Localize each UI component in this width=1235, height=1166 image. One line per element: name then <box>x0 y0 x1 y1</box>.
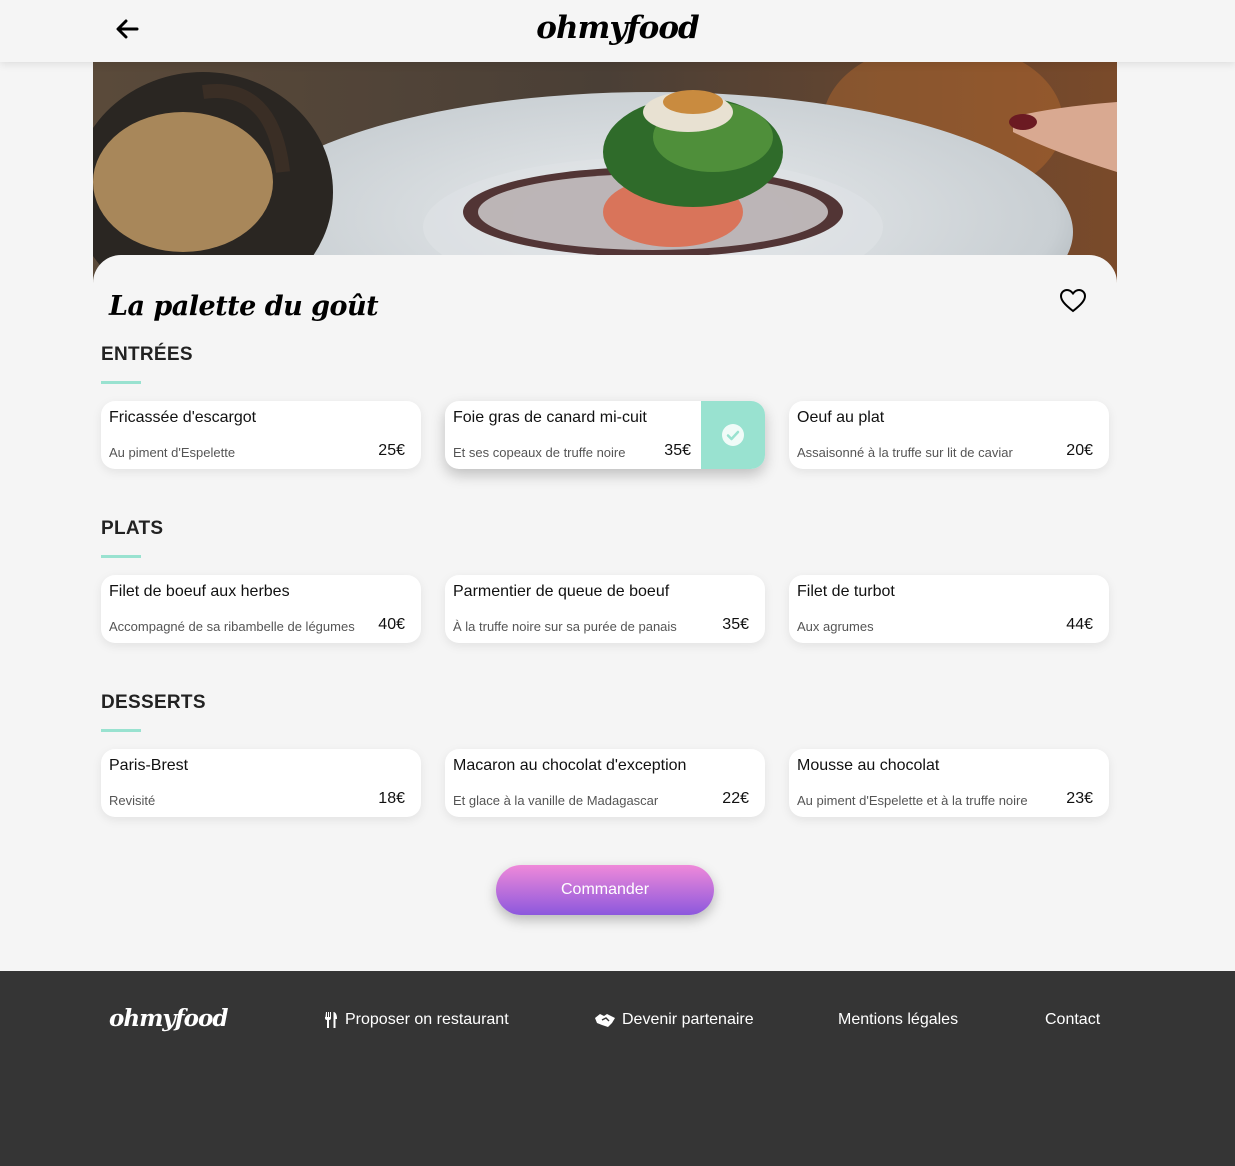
footer-logo[interactable]: ohmyfood <box>109 1005 228 1032</box>
menu-item-price: 25€ <box>378 442 405 459</box>
menu-item-name: Macaron au chocolat d'exception <box>453 757 687 774</box>
menu-item-card-selected[interactable]: Foie gras de canard mi-cuit Et ses copea… <box>445 401 765 469</box>
menu-item-description: À la truffe noire sur sa purée de panais <box>453 619 677 634</box>
menu-item-price: 35€ <box>722 616 749 633</box>
menu-item-price: 35€ <box>664 442 691 459</box>
menu-item-name: Mousse au chocolat <box>797 757 940 774</box>
heart-icon[interactable] <box>1059 288 1087 314</box>
menu-item-description: Aux agrumes <box>797 619 874 634</box>
menu-item-name: Filet de turbot <box>797 583 895 600</box>
menu-item-name: Parmentier de queue de boeuf <box>453 583 670 600</box>
menu-item-name: Filet de boeuf aux herbes <box>109 583 290 600</box>
order-button[interactable]: Commander <box>496 865 714 915</box>
restaurant-menu: La palette du goût ENTRÉES Fricassée d'e… <box>93 255 1117 915</box>
app-logo[interactable]: ohmyfood <box>0 10 1235 46</box>
selected-indicator <box>701 401 765 469</box>
section-divider <box>101 555 141 558</box>
menu-item-description: Assaisonné à la truffe sur lit de caviar <box>797 445 1013 460</box>
site-footer: ohmyfood Proposer on restaurant Devenir … <box>0 971 1235 1166</box>
top-header: ohmyfood <box>0 0 1235 62</box>
menu-item-price: 18€ <box>378 790 405 807</box>
utensils-icon <box>325 1012 337 1028</box>
menu-item-description: Revisité <box>109 793 156 808</box>
footer-link-contact[interactable]: Contact <box>1045 1011 1100 1029</box>
menu-item-card[interactable]: Mousse au chocolat Au piment d'Espelette… <box>789 749 1109 817</box>
menu-item-name: Foie gras de canard mi-cuit <box>453 409 647 426</box>
menu-item-description: Et glace à la vanille de Madagascar <box>453 793 659 808</box>
menu-item-card[interactable]: Paris-Brest Revisité 18€ <box>101 749 421 817</box>
menu-item-price: 20€ <box>1066 442 1093 459</box>
menu-item-name: Paris-Brest <box>109 757 189 774</box>
menu-item-name: Oeuf au plat <box>797 409 885 426</box>
menu-item-description: Et ses copeaux de truffe noire <box>453 445 626 460</box>
footer-link-propose-restaurant[interactable]: Proposer on restaurant <box>323 1011 509 1029</box>
menu-item-price: 22€ <box>722 790 749 807</box>
menu-item-description: Au piment d'Espelette <box>109 445 236 460</box>
menu-item-card[interactable]: Macaron au chocolat d'exception Et glace… <box>445 749 765 817</box>
section-divider <box>101 381 141 384</box>
menu-item-name: Fricassée d'escargot <box>109 409 257 426</box>
restaurant-name: La palette du goût <box>109 291 379 322</box>
menu-item-description: Accompagné de sa ribambelle de légumes <box>109 619 355 634</box>
menu-item-price: 23€ <box>1066 790 1093 807</box>
menu-item-card[interactable]: Parmentier de queue de boeuf À la truffe… <box>445 575 765 643</box>
section-divider <box>101 729 141 732</box>
footer-link-label: Contact <box>1045 1011 1101 1028</box>
menu-item-card[interactable]: Oeuf au plat Assaisonné à la truffe sur … <box>789 401 1109 469</box>
menu-item-card[interactable]: Filet de turbot Aux agrumes 44€ <box>789 575 1109 643</box>
menu-item-description: Au piment d'Espelette et à la truffe noi… <box>797 793 1028 808</box>
menu-item-price: 40€ <box>378 616 405 633</box>
menu-item-card[interactable]: Fricassée d'escargot Au piment d'Espelet… <box>101 401 421 469</box>
handshake-icon <box>595 1014 615 1027</box>
footer-link-label: Devenir partenaire <box>622 1011 754 1028</box>
section-title-entrees: ENTRÉES <box>101 344 193 365</box>
footer-link-partner[interactable]: Devenir partenaire <box>594 1011 754 1029</box>
footer-link-legal[interactable]: Mentions légales <box>838 1011 958 1029</box>
footer-link-label: Mentions légales <box>838 1011 959 1028</box>
section-title-desserts: DESSERTS <box>101 692 206 713</box>
menu-item-card[interactable]: Filet de boeuf aux herbes Accompagné de … <box>101 575 421 643</box>
menu-item-price: 44€ <box>1066 616 1093 633</box>
section-title-plats: PLATS <box>101 518 164 539</box>
check-circle-icon <box>722 424 744 446</box>
footer-link-label: Proposer on restaurant <box>345 1011 509 1028</box>
